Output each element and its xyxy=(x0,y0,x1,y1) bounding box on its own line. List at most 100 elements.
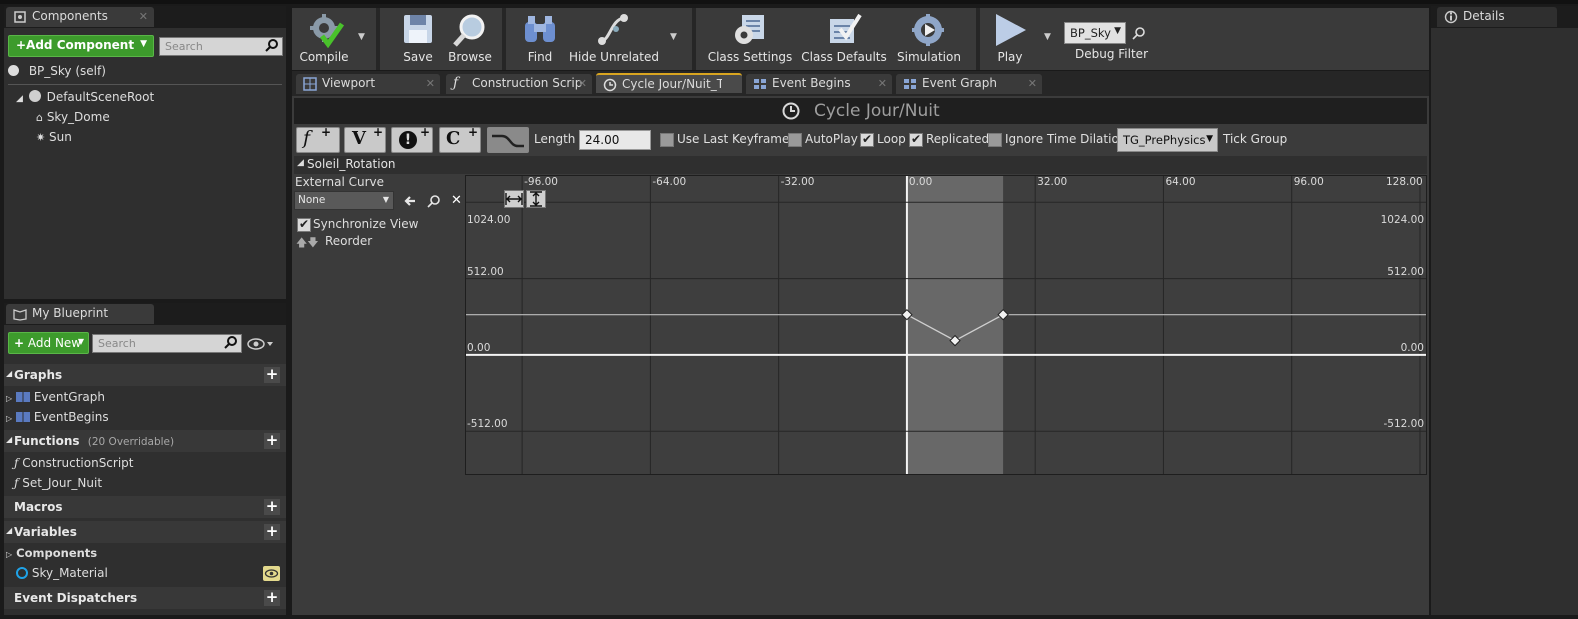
expand-arrow-icon: ▷ xyxy=(6,550,13,559)
tick-group-label: Tick Group xyxy=(1223,132,1288,146)
use-last-keyframe-checkbox[interactable] xyxy=(660,133,674,147)
timeline-icon xyxy=(603,78,617,92)
y-tick-label-right: 0.00 xyxy=(1400,341,1424,354)
external-curve-select[interactable]: None ▼ xyxy=(294,191,394,210)
class-defaults-icon xyxy=(826,13,862,50)
tab-construction-script[interactable]: ƒ Construction Scrip ✕ xyxy=(446,74,592,94)
clear-curve-icon[interactable]: ✕ xyxy=(451,193,462,208)
expand-arrow-icon: ▷ xyxy=(6,414,13,423)
curve-plot[interactable] xyxy=(466,176,1427,475)
browse-asset-search-icon[interactable] xyxy=(427,194,441,211)
close-icon[interactable]: ✕ xyxy=(139,10,148,23)
sun-icon: ✷ xyxy=(36,131,46,144)
x-tick-label: 64.00 xyxy=(1165,176,1196,188)
collapse-arrow-icon[interactable]: ◢ xyxy=(297,158,304,168)
add-variable-button[interactable]: + xyxy=(264,524,280,540)
add-event-dispatcher-button[interactable]: + xyxy=(264,590,280,606)
object-variable-icon xyxy=(16,567,28,579)
self-item[interactable]: BP_Sky (self) xyxy=(8,64,106,78)
static-mesh-icon: ⌂ xyxy=(36,111,43,124)
graph-item-eventgraph[interactable]: ▷ EventGraph xyxy=(6,390,105,404)
graph-item-eventbegins[interactable]: ▷ EventBegins xyxy=(6,410,109,424)
x-tick-label: -96.00 xyxy=(524,176,558,188)
view-options-icon[interactable] xyxy=(247,337,275,354)
timeline-range-shade xyxy=(906,176,1004,474)
details-tab[interactable]: Details xyxy=(1437,7,1557,27)
add-function-button[interactable]: + xyxy=(264,433,280,449)
chevron-down-icon: ▼ xyxy=(140,39,147,49)
tick-group-select[interactable]: TG_PrePhysics ▼ xyxy=(1117,128,1218,152)
tab-event-begins[interactable]: Event Begins ✕ xyxy=(746,74,892,94)
close-icon[interactable]: ✕ xyxy=(578,77,587,90)
add-event-track-button[interactable]: ! + xyxy=(391,125,433,153)
binoculars-icon xyxy=(522,14,558,49)
replicated-checkbox[interactable] xyxy=(909,132,923,147)
tab-event-graph[interactable]: Event Graph ✕ xyxy=(896,74,1042,94)
close-icon[interactable]: ✕ xyxy=(878,77,887,90)
event-dispatchers-section-header[interactable]: Event Dispatchers + xyxy=(4,587,286,609)
y-tick-label-right: 512.00 xyxy=(1387,265,1424,278)
search-icon[interactable] xyxy=(224,335,238,352)
play-options-chevron-icon[interactable]: ▼ xyxy=(1044,32,1051,42)
loop-checkbox[interactable] xyxy=(860,132,874,147)
close-icon[interactable]: ✕ xyxy=(426,77,435,90)
add-external-curve-button[interactable] xyxy=(487,127,529,153)
components-tab[interactable]: Components ✕ xyxy=(6,7,154,27)
track-name: Soleil_Rotation xyxy=(307,157,396,171)
visibility-eye-icon[interactable] xyxy=(263,566,280,581)
synchronize-view-checkbox[interactable] xyxy=(297,217,311,232)
functions-section-header[interactable]: ◢ Functions (20 Overridable) + xyxy=(4,430,286,452)
function-icon: ƒ xyxy=(14,456,19,470)
tab-viewport[interactable]: Viewport ✕ xyxy=(296,74,440,94)
blueprint-search-input[interactable]: Search xyxy=(92,334,242,353)
variable-item-sky-material[interactable]: Sky_Material xyxy=(16,566,108,580)
graph-icon xyxy=(15,412,30,422)
x-tick-label: -32.00 xyxy=(780,176,815,188)
reorder-arrows-icon[interactable]: 🡅🡇 xyxy=(296,234,319,253)
y-tick-label-left: 1024.00 xyxy=(467,214,511,227)
function-item-constructionscript[interactable]: ƒ ConstructionScript xyxy=(14,456,134,470)
details-icon xyxy=(1444,10,1458,24)
tree-item-sun[interactable]: ✷ Sun xyxy=(36,130,72,144)
compile-button[interactable]: Compile xyxy=(294,10,354,68)
search-icon[interactable] xyxy=(265,38,279,55)
expand-arrow-icon[interactable]: ◢ xyxy=(16,94,23,104)
add-float-track-button[interactable]: f + xyxy=(296,125,340,153)
length-input[interactable]: 24.00 xyxy=(579,130,651,150)
graph-icon xyxy=(903,77,917,91)
ignore-time-dilation-checkbox[interactable] xyxy=(988,133,1002,147)
add-macro-button[interactable]: + xyxy=(264,499,280,515)
close-icon[interactable]: ✕ xyxy=(1028,77,1037,90)
macros-section-header[interactable]: Macros + xyxy=(4,496,286,518)
tab-cycle-jour-nuit[interactable]: Cycle Jour/Nuit_Te xyxy=(596,73,742,93)
tree-item-sky-dome[interactable]: ⌂ Sky_Dome xyxy=(36,110,110,124)
function-icon: ƒ xyxy=(14,476,19,490)
compile-options-chevron-icon[interactable]: ▼ xyxy=(358,32,365,42)
track-header[interactable]: ◢ Soleil_Rotation xyxy=(294,156,1427,174)
add-color-track-button[interactable]: C + xyxy=(439,125,481,153)
x-tick-label: 32.00 xyxy=(1037,176,1068,188)
use-selected-asset-arrow-icon[interactable] xyxy=(403,194,417,211)
add-component-button[interactable]: +Add Component ▼ xyxy=(8,35,154,57)
function-item-set-jour-nuit[interactable]: ƒ Set_Jour_Nuit xyxy=(14,476,102,490)
hide-unrelated-chevron-icon[interactable]: ▼ xyxy=(670,32,677,42)
add-new-button[interactable]: + Add New ▼ xyxy=(8,332,89,354)
add-graph-button[interactable]: + xyxy=(264,367,280,383)
fit-horizontal-button[interactable] xyxy=(504,190,524,208)
add-vector-track-button[interactable]: V + xyxy=(344,125,386,153)
y-tick-label-right: 1024.00 xyxy=(1380,214,1424,227)
tree-item-defaultsceneroot[interactable]: ◢ DefaultSceneRoot xyxy=(16,90,154,104)
fit-vertical-button[interactable] xyxy=(526,190,546,208)
my-blueprint-tab[interactable]: My Blueprint xyxy=(6,304,154,324)
debug-object-select[interactable]: BP_Sky ▼ xyxy=(1064,22,1126,44)
autoplay-checkbox[interactable] xyxy=(788,133,802,147)
debug-search-icon[interactable] xyxy=(1132,26,1146,43)
variable-category-components[interactable]: ▷ Components xyxy=(6,546,97,560)
expand-arrow-icon: ◢ xyxy=(6,526,13,535)
curve-graph[interactable]: -96.00 -64.00 -32.00 0.00 32.00 64.00 96.00 128… xyxy=(465,175,1427,475)
compile-icon xyxy=(308,12,345,51)
component-search-input[interactable]: Search xyxy=(159,37,283,56)
variables-section-header[interactable]: ◢ Variables + xyxy=(4,521,286,543)
y-tick-label-left: 0.00 xyxy=(467,341,491,354)
graphs-section-header[interactable]: ◢ Graphs + xyxy=(4,364,286,386)
